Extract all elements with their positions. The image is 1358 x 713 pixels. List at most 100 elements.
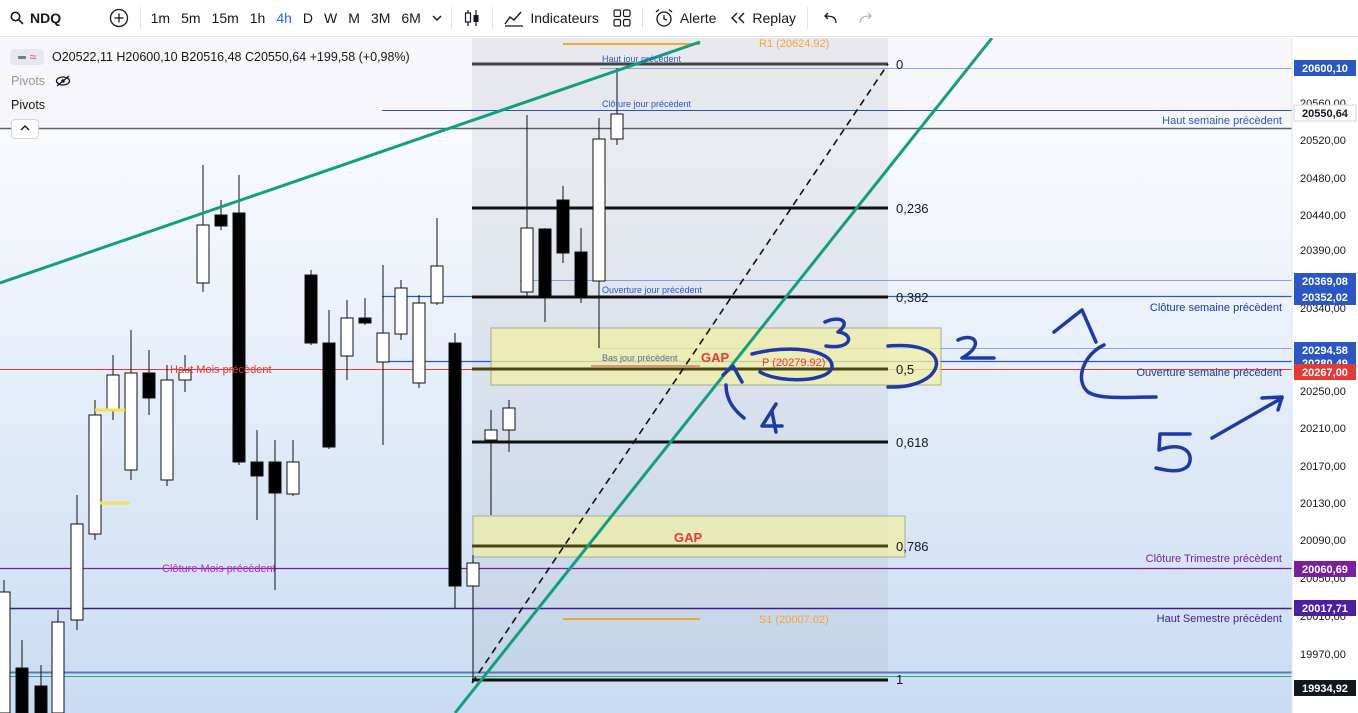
price-tick: 20170,00 (1300, 461, 1346, 473)
label-cloture-mois: Clôture Mois précèdent (162, 563, 276, 575)
price-badge: 20060,69 (1294, 561, 1356, 577)
fib-label: 1 (896, 672, 903, 687)
chevron-down-icon (432, 15, 442, 21)
replay-label: Replay (752, 10, 796, 26)
price-tick: 20480,00 (1300, 173, 1346, 185)
pivots-hidden-label: Pivots (11, 74, 46, 88)
price-badge: 20600,10 (1294, 60, 1356, 76)
eye-off-icon[interactable] (55, 75, 71, 87)
svg-text:20550,64: 20550,64 (1302, 108, 1349, 120)
price-tick: 20210,00 (1300, 423, 1346, 435)
price-tick: 20130,00 (1300, 498, 1346, 510)
label-haut-mois: Haut Mois précèdent (170, 364, 272, 376)
gap-label-lower: GAP (674, 530, 703, 545)
divider (451, 7, 453, 29)
interval-1m[interactable]: 1m (145, 0, 175, 37)
redo-button[interactable] (848, 0, 884, 37)
candle[interactable] (448, 333, 462, 608)
candles-icon (465, 10, 479, 26)
interval-15m[interactable]: 15m (206, 0, 244, 37)
price-badge: 20267,00 (1294, 364, 1356, 380)
chart-type-button[interactable] (456, 0, 488, 37)
price-badge: 20369,08 (1294, 273, 1356, 289)
redo-icon (859, 12, 872, 24)
label-cloture-jour: Clôture jour précèdent (602, 99, 692, 109)
ohlc-legend: ≈ O20522,11 H20600,10 B20516,48 C20550,6… (10, 49, 410, 65)
layouts-button[interactable] (606, 0, 638, 37)
price-tick: 20520,00 (1300, 135, 1346, 147)
candle[interactable] (304, 270, 318, 345)
undo-button[interactable] (812, 0, 848, 37)
interval-dropdown[interactable] (426, 0, 447, 37)
price-badge: 19934,92 (1294, 680, 1356, 696)
indicators-icon (504, 11, 524, 27)
interval-3m[interactable]: 3M (365, 0, 395, 37)
candle[interactable] (88, 400, 102, 540)
add-circle-icon (109, 8, 129, 28)
interval-6m[interactable]: 6M (396, 0, 426, 37)
interval-1h[interactable]: 1h (244, 0, 271, 37)
pivots-indicator[interactable]: Pivots (11, 98, 45, 112)
interval-w[interactable]: W (319, 0, 343, 37)
price-tick: 20250,00 (1300, 386, 1346, 398)
interval-4h[interactable]: 4h (271, 0, 298, 37)
svg-text:19934,92: 19934,92 (1302, 683, 1348, 695)
indicators-button[interactable]: Indicateurs (497, 0, 605, 37)
compare-button[interactable] (102, 0, 136, 37)
label-haut-semestre: Haut Semestre précèdent (1157, 613, 1282, 625)
top-toolbar: NDQ 1m 5m 15m 1h 4h D W M 3M 6M Indicate… (0, 0, 1358, 37)
symbol-search[interactable]: NDQ (0, 0, 68, 37)
ohlc-values: O20522,11 H20600,10 B20516,48 C20550,64 … (52, 50, 410, 64)
divider (492, 7, 494, 29)
candle[interactable] (412, 295, 426, 388)
divider (807, 7, 808, 29)
candle[interactable] (51, 610, 65, 713)
svg-text:20352,02: 20352,02 (1302, 292, 1348, 304)
price-chart[interactable]: Haut semaine précèdent Clôture semaine p… (0, 38, 1358, 713)
label-ouverture-semaine: Ouverture semaine précèdent (1136, 367, 1282, 379)
label-ouverture-jour: Ouverture jour précèdent (602, 285, 703, 295)
symbol-label: NDQ (30, 10, 62, 26)
candle[interactable] (394, 280, 408, 340)
label-p: P (20279.92) (762, 357, 825, 369)
alert-label: Alerte (679, 10, 717, 26)
candle[interactable] (232, 175, 246, 465)
replay-button[interactable]: Replay (723, 0, 803, 37)
label-cloture-semaine: Clôture semaine précèdent (1150, 302, 1282, 314)
candle[interactable] (0, 580, 11, 713)
interval-m[interactable]: M (343, 0, 366, 37)
fib-label: 0,382 (896, 290, 929, 305)
price-tick: 19970,00 (1300, 649, 1346, 661)
fib-label: 0 (896, 57, 903, 72)
symbol-status-pill[interactable]: ≈ (10, 49, 44, 65)
label-haut-jour: Haut jour précèdent (602, 54, 682, 64)
interval-d[interactable]: D (297, 0, 318, 37)
svg-text:20600,10: 20600,10 (1302, 63, 1348, 75)
label-s1: S1 (20007.02) (759, 614, 829, 626)
svg-text:20017,71: 20017,71 (1302, 603, 1348, 615)
svg-text:20060,69: 20060,69 (1302, 564, 1348, 576)
rewind-icon (731, 12, 745, 24)
collapse-legend-button[interactable] (11, 119, 39, 139)
fib-label: 0,618 (896, 435, 929, 450)
interval-5m[interactable]: 5m (176, 0, 206, 37)
label-haut-semaine: Haut semaine précèdent (1162, 115, 1282, 127)
search-icon (10, 11, 24, 25)
undo-icon (824, 12, 837, 24)
price-badge: 20352,02 (1294, 289, 1356, 305)
fib-label: 0,236 (896, 201, 929, 216)
alert-button[interactable]: Alerte (647, 0, 724, 37)
label-bas-jour: Bas jour précèdent (602, 353, 678, 363)
divider (641, 7, 643, 29)
candle[interactable] (160, 365, 174, 486)
pivots-indicator-hidden[interactable]: Pivots (11, 74, 71, 88)
svg-text:20267,00: 20267,00 (1302, 367, 1348, 379)
divider (140, 7, 142, 29)
price-tick: 20390,00 (1300, 245, 1346, 257)
fib-label: 0,786 (896, 539, 929, 554)
label-r1: R1 (20624.92) (759, 38, 829, 50)
label-cloture-trimestre: Clôture Trimestre précèdent (1146, 553, 1282, 565)
chevron-up-icon (20, 125, 30, 131)
grid-icon (613, 9, 631, 27)
svg-text:20369,08: 20369,08 (1302, 276, 1348, 288)
